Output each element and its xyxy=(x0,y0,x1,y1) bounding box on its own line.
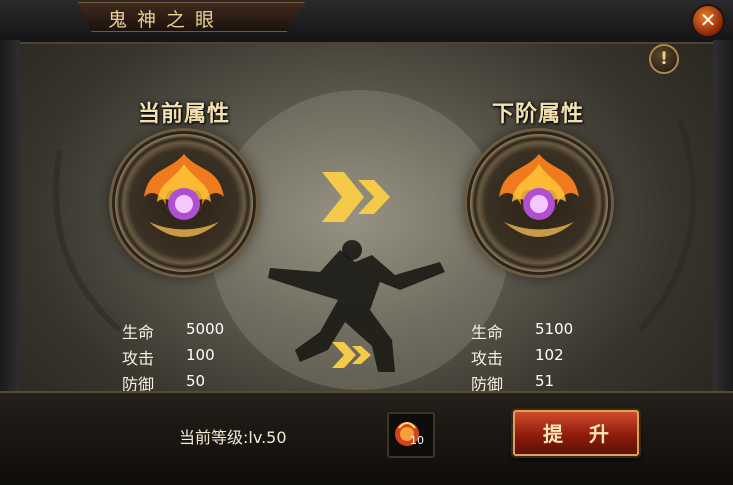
next-emblem-ring xyxy=(470,134,608,272)
next-attr-title: 下阶属性 xyxy=(492,102,585,127)
ghost-eye-emblem-icon xyxy=(499,154,579,237)
next-atk-value: 102 xyxy=(535,346,564,364)
ghost-eye-emblem-icon xyxy=(144,154,224,237)
upgrade-button[interactable]: 提升 xyxy=(513,410,639,456)
stat-arrow-icon xyxy=(332,342,371,368)
current-atk-label: 攻击 xyxy=(122,349,155,368)
next-hp-value: 5100 xyxy=(535,320,574,338)
window-title: 鬼神之眼 xyxy=(108,9,225,31)
next-hp-label: 生命 xyxy=(471,323,504,342)
current-def-value: 50 xyxy=(186,372,206,390)
ghost-eye-window: 鬼神之眼 ✕ ! 当前属性 下阶属性 生命 5000 攻击 100 防御 50 … xyxy=(0,0,733,485)
current-attr-title: 当前属性 xyxy=(138,102,231,127)
item-count: 10 xyxy=(410,434,424,447)
current-hp-label: 生命 xyxy=(122,323,155,342)
close-button[interactable]: ✕ xyxy=(691,4,725,38)
next-atk-label: 攻击 xyxy=(471,349,504,368)
current-level-text: 当前等级:lv.50 xyxy=(179,428,287,447)
next-def-value: 51 xyxy=(535,372,555,390)
current-emblem-ring xyxy=(115,134,253,272)
info-button[interactable]: ! xyxy=(649,44,679,74)
current-hp-value: 5000 xyxy=(186,320,225,338)
upgrade-arrow-icon xyxy=(322,172,390,222)
current-atk-value: 100 xyxy=(186,346,215,364)
